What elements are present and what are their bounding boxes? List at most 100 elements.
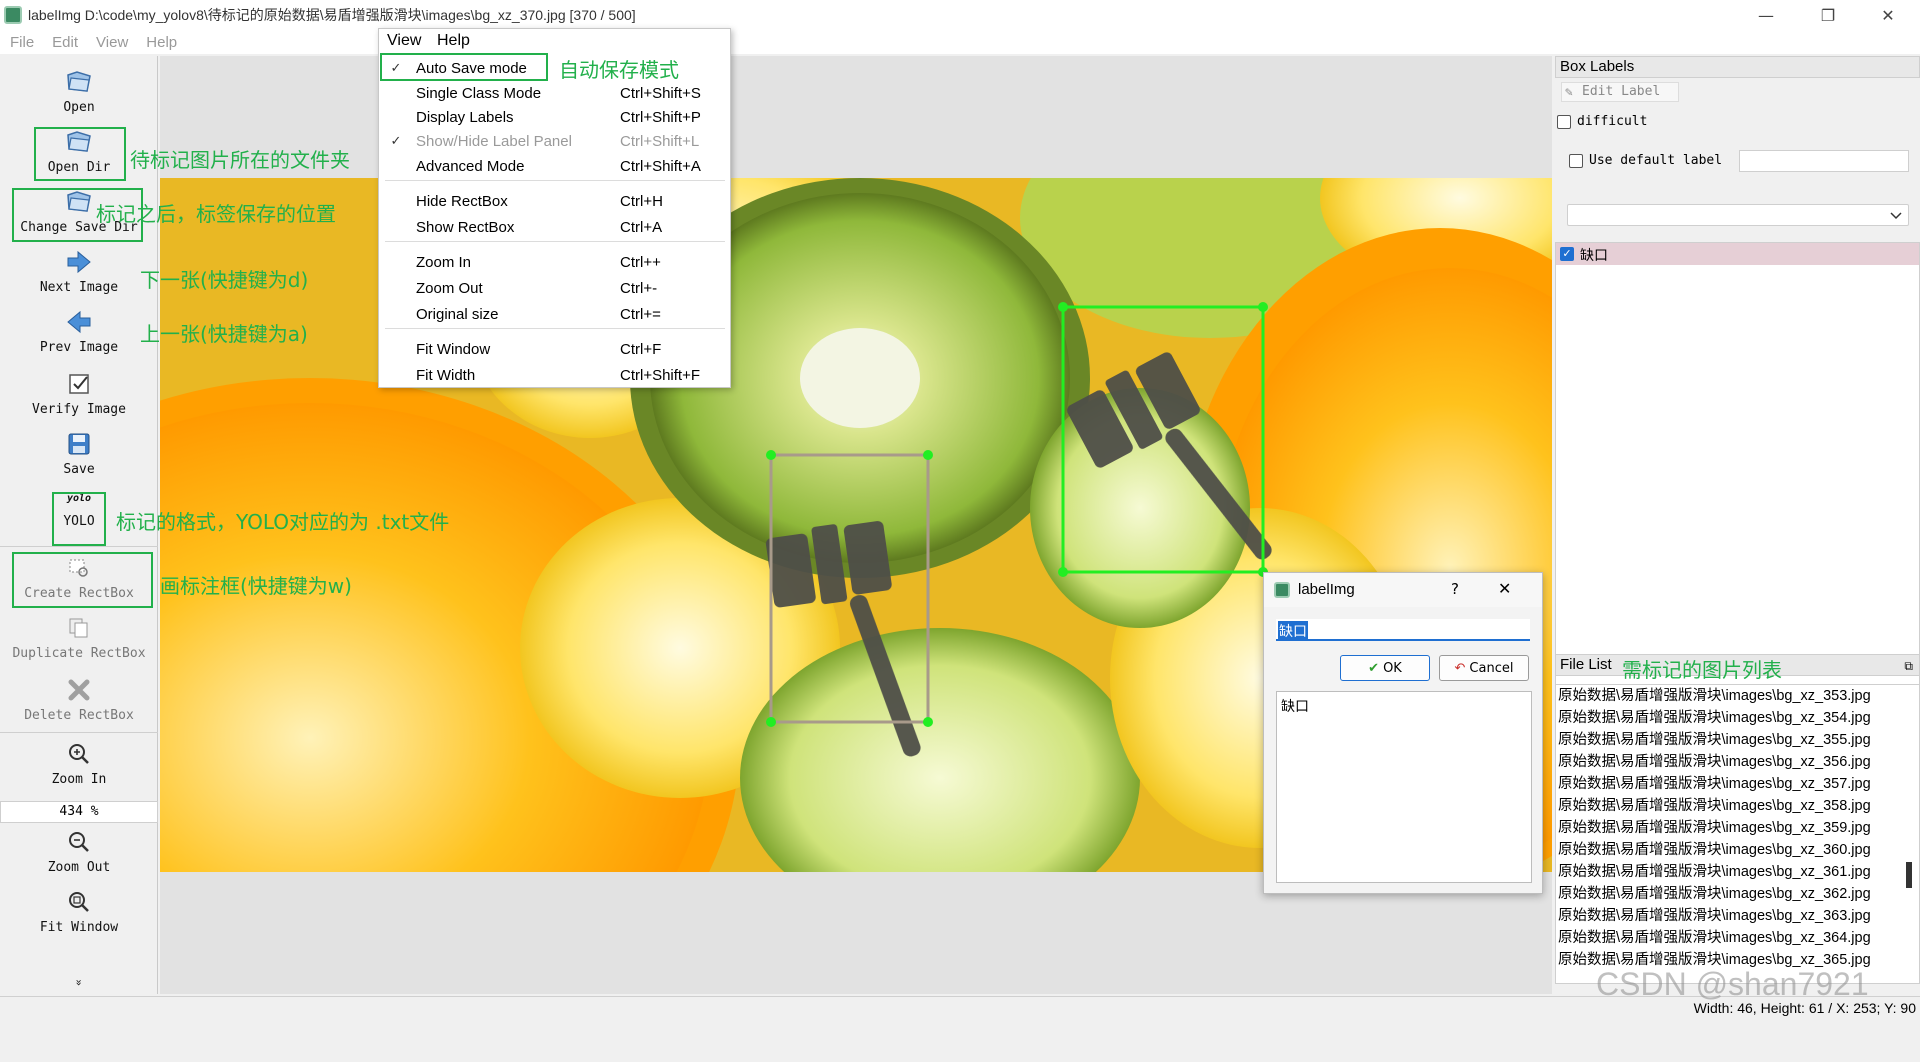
menu-file[interactable]: File <box>10 34 34 51</box>
open-label: Open <box>63 100 95 115</box>
file-list-item[interactable]: 原始数据\易盾增强版滑块\images\bg_xz_363.jpg <box>1556 905 1919 927</box>
cancel-label: Cancel <box>1469 660 1514 676</box>
default-label-input[interactable] <box>1739 150 1909 172</box>
prev-image-button[interactable]: Prev Image <box>0 308 158 355</box>
view-menu-item-shortcut: Ctrl+Shift+S <box>620 85 701 102</box>
cancel-button[interactable]: ↶ Cancel <box>1439 655 1529 681</box>
menu-help-open[interactable]: Help <box>437 32 470 50</box>
toolbar-separator <box>0 546 158 547</box>
file-list-item[interactable]: 原始数据\易盾增强版滑块\images\bg_xz_362.jpg <box>1556 883 1919 905</box>
dialog-close-button[interactable]: ✕ <box>1498 579 1511 598</box>
duplicate-rectbox-button[interactable]: Duplicate RectBox <box>0 614 158 661</box>
label-combobox[interactable] <box>1567 204 1909 226</box>
file-list-scrollbar[interactable] <box>1906 862 1912 888</box>
menu-view-open[interactable]: View <box>387 32 421 50</box>
view-menu-item-label: Original size <box>416 306 499 323</box>
app-icon <box>4 6 22 24</box>
view-menu-item-shortcut: Ctrl+Shift+L <box>620 133 700 150</box>
menu-separator <box>385 328 725 329</box>
file-list-item[interactable]: 原始数据\易盾增强版滑块\images\bg_xz_355.jpg <box>1556 729 1919 751</box>
label-history-list[interactable]: 缺口 <box>1276 691 1532 883</box>
save-button[interactable]: Save <box>0 430 158 477</box>
edit-label-button[interactable]: ✎ Edit Label <box>1561 82 1679 102</box>
zoom-out-button[interactable]: Zoom Out <box>0 828 158 875</box>
verify-image-label: Verify Image <box>32 402 126 417</box>
view-menu-item-label: Show RectBox <box>416 219 515 236</box>
check-icon: ✓ <box>390 133 402 148</box>
next-image-label: Next Image <box>39 280 119 295</box>
view-menu-item[interactable]: Original size Ctrl+= <box>379 302 730 327</box>
checkbox-icon <box>65 370 93 398</box>
menu-help[interactable]: Help <box>146 34 177 51</box>
file-list-item[interactable]: 原始数据\易盾增强版滑块\images\bg_xz_361.jpg <box>1556 861 1919 883</box>
menu-view[interactable]: View <box>96 34 128 51</box>
label-list-item[interactable]: ✓ 缺口 <box>1556 243 1919 265</box>
arrow-left-icon <box>65 308 93 336</box>
open-button[interactable]: Open <box>0 68 158 115</box>
view-menu-item[interactable]: Zoom In Ctrl++ <box>379 250 730 275</box>
file-list-item[interactable]: 原始数据\易盾增强版滑块\images\bg_xz_364.jpg <box>1556 927 1919 949</box>
annotation-highlight-format <box>52 492 106 546</box>
watermark: CSDN @shan7921 <box>1596 966 1869 1002</box>
view-menu-item-label: Display Labels <box>416 109 514 126</box>
app-icon <box>1274 582 1290 598</box>
view-menu-item[interactable]: Display Labels Ctrl+Shift+P <box>379 105 730 130</box>
maximize-button[interactable]: ❐ <box>1798 0 1858 30</box>
title-bar: labelImg D:\code\my_yolov8\待标记的原始数据\易盾增强… <box>0 0 1920 30</box>
zoom-in-button[interactable]: Zoom In <box>0 740 158 787</box>
next-image-button[interactable]: Next Image <box>0 248 158 295</box>
view-menu-item-label: Fit Width <box>416 367 476 384</box>
view-menu-item-label: Hide RectBox <box>416 193 508 210</box>
float-dock-icon[interactable]: ⧉ <box>1904 656 1913 676</box>
zoom-out-label: Zoom Out <box>47 860 111 875</box>
box-labels-title: Box Labels <box>1555 56 1920 78</box>
view-menu-item[interactable]: Advanced Mode Ctrl+Shift+A <box>379 154 730 179</box>
ok-button[interactable]: ✔ OK <box>1340 655 1430 681</box>
menu-bar: File Edit View Help <box>0 30 1920 54</box>
use-default-label-checkbox[interactable] <box>1569 154 1583 168</box>
right-panel: Box Labels ✎ Edit Label difficult Use de… <box>1555 56 1920 994</box>
view-menu-item-label: Zoom In <box>416 254 472 271</box>
annotation-highlight-opendir <box>34 127 126 181</box>
view-menu-item-shortcut: Ctrl+Shift+P <box>620 109 701 126</box>
label-history-item[interactable]: 缺口 <box>1281 696 1309 716</box>
view-menu-item[interactable]: Single Class Mode Ctrl+Shift+S <box>379 81 730 106</box>
menu-separator <box>385 241 725 242</box>
toolbar-separator <box>0 732 158 733</box>
dialog-titlebar: labelImg ? ✕ <box>1264 573 1542 607</box>
file-list-item[interactable]: 原始数据\易盾增强版滑块\images\bg_xz_358.jpg <box>1556 795 1919 817</box>
view-menu-item[interactable]: Hide RectBox Ctrl+H <box>379 189 730 214</box>
close-window-button[interactable]: ✕ <box>1858 0 1918 30</box>
file-list-item[interactable]: 原始数据\易盾增强版滑块\images\bg_xz_359.jpg <box>1556 817 1919 839</box>
folder-icon <box>65 68 93 96</box>
help-button[interactable]: ? <box>1451 580 1459 598</box>
label-input-text: 缺口 <box>1278 621 1308 641</box>
view-menu-item-shortcut: Ctrl+A <box>620 219 663 236</box>
verify-image-button[interactable]: Verify Image <box>0 370 158 417</box>
check-icon: ✔ <box>1368 660 1380 676</box>
file-list-item[interactable]: 原始数据\易盾增强版滑块\images\bg_xz_354.jpg <box>1556 707 1919 729</box>
label-item-checkbox[interactable]: ✓ <box>1560 247 1574 261</box>
view-menu-item[interactable]: Fit Window Ctrl+F <box>379 337 730 362</box>
file-list-item[interactable]: 原始数据\易盾增强版滑块\images\bg_xz_353.jpg <box>1556 685 1919 707</box>
open-menu-bar: View Help <box>379 29 730 53</box>
menu-separator <box>385 180 725 181</box>
menu-edit[interactable]: Edit <box>52 34 78 51</box>
view-menu-item-shortcut: Ctrl+F <box>620 341 662 358</box>
copy-icon <box>65 614 93 642</box>
file-list-item[interactable]: 原始数据\易盾增强版滑块\images\bg_xz_356.jpg <box>1556 751 1919 773</box>
window-title: labelImg D:\code\my_yolov8\待标记的原始数据\易盾增强… <box>28 7 636 23</box>
minimize-button[interactable]: — <box>1736 0 1796 30</box>
delete-rectbox-button[interactable]: Delete RectBox <box>0 676 158 723</box>
difficult-checkbox[interactable] <box>1557 115 1571 129</box>
label-input[interactable]: 缺口 <box>1276 619 1530 641</box>
delete-cross-icon <box>65 676 93 704</box>
view-menu-item[interactable]: Show RectBox Ctrl+A <box>379 215 730 240</box>
file-list-item[interactable]: 原始数据\易盾增强版滑块\images\bg_xz_357.jpg <box>1556 773 1919 795</box>
zoom-value-field[interactable]: 434 % <box>0 801 158 823</box>
file-list-item[interactable]: 原始数据\易盾增强版滑块\images\bg_xz_360.jpg <box>1556 839 1919 861</box>
view-menu-item[interactable]: Zoom Out Ctrl+- <box>379 276 730 301</box>
toolbar-extension-icon[interactable]: » <box>73 904 86 1062</box>
file-list[interactable]: 原始数据\易盾增强版滑块\images\bg_xz_353.jpg 原始数据\易盾… <box>1555 684 1920 984</box>
view-menu-item[interactable]: Fit Width Ctrl+Shift+F <box>379 363 730 388</box>
